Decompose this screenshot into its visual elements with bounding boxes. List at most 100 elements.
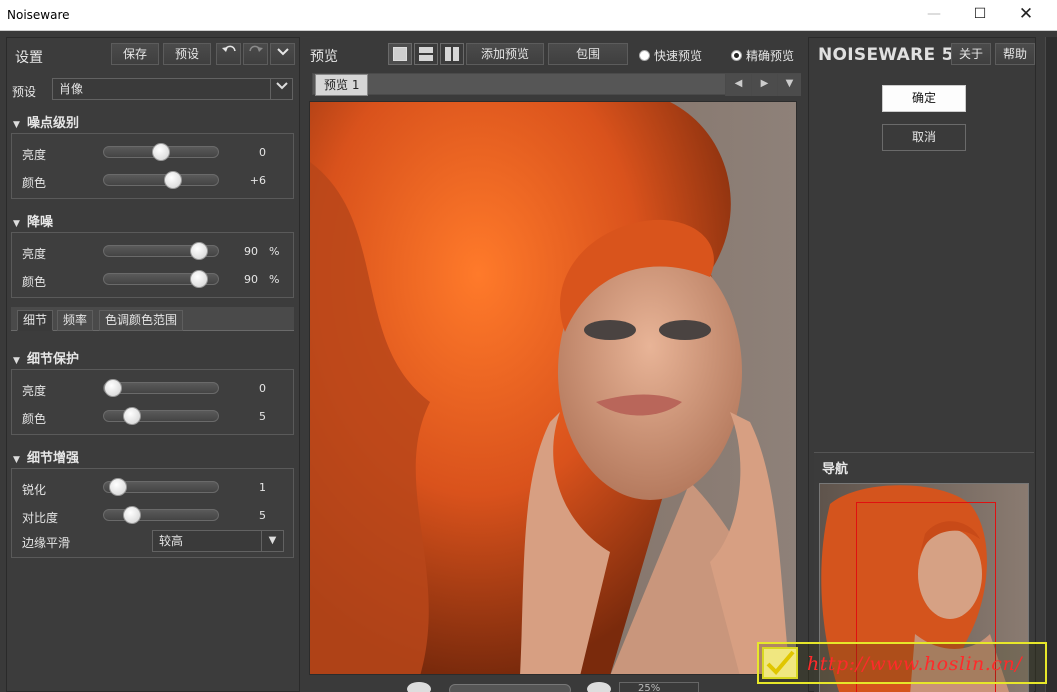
zoom-bar: 25% xyxy=(309,679,797,692)
single-view-icon[interactable] xyxy=(388,43,412,65)
close-button[interactable]: ✕ xyxy=(1003,0,1049,31)
chevron-down-icon xyxy=(270,79,292,99)
prev-tab-icon[interactable]: ◀ xyxy=(725,74,751,96)
side-strip xyxy=(1045,37,1057,692)
slider-label: 亮度 xyxy=(22,384,47,398)
noise-luminance-slider[interactable] xyxy=(103,143,219,161)
minimize-button[interactable]: — xyxy=(911,0,957,31)
fast-preview-radio[interactable]: 快速预览 xyxy=(639,47,702,64)
redo-icon[interactable] xyxy=(243,43,268,65)
navigator-title: 导航 xyxy=(822,462,849,477)
collapse-triangle-icon: ▼ xyxy=(13,356,20,366)
slider-label: 锐化 xyxy=(22,483,47,497)
detail-enhance-box: 锐化 1 对比度 5 边缘平滑 较高 ▼ xyxy=(11,468,294,558)
add-preview-button[interactable]: 添加预览 xyxy=(466,43,544,65)
slider-unit: % xyxy=(269,245,280,258)
slider-knob[interactable] xyxy=(123,407,142,425)
window-title: Noiseware xyxy=(7,8,70,22)
chevron-down-icon[interactable] xyxy=(270,43,295,65)
save-button[interactable]: 保存 xyxy=(111,43,159,65)
slider-label: 颜色 xyxy=(22,176,47,190)
slider-label: 颜色 xyxy=(22,412,47,426)
zoom-out-icon[interactable] xyxy=(407,682,431,692)
slider-label: 亮度 xyxy=(22,148,47,162)
protect-color-slider[interactable] xyxy=(103,407,219,425)
zoom-select[interactable]: 25% xyxy=(619,682,699,692)
about-button[interactable]: 关于 xyxy=(951,43,991,65)
zoom-in-icon[interactable] xyxy=(587,682,611,692)
protect-luminance-slider[interactable] xyxy=(103,379,219,397)
tab-tone-color-range[interactable]: 色调颜色范围 xyxy=(99,310,184,331)
bracket-button[interactable]: 包围 xyxy=(548,43,628,65)
settings-panel: 设置 保存 预设 预设 肖像 ▼ 噪点级别 亮度 0 颜色 +6 ▼ 降噪 亮度 9… xyxy=(6,37,300,692)
portrait-illustration xyxy=(310,102,796,674)
undo-icon[interactable] xyxy=(216,43,241,65)
slider-knob[interactable] xyxy=(152,143,170,161)
edge-smooth-select[interactable]: 较高 ▼ xyxy=(152,530,284,552)
denoise-luminance-slider[interactable] xyxy=(103,242,219,260)
accurate-preview-label: 精确预览 xyxy=(746,49,795,63)
zoom-slider[interactable] xyxy=(449,684,571,692)
collapse-triangle-icon: ▼ xyxy=(13,120,20,130)
action-panel: NOISEWARE 5 关于 帮助 确定 取消 导航 xyxy=(808,37,1036,692)
ok-button[interactable]: 确定 xyxy=(882,85,966,112)
denoise-color-slider[interactable] xyxy=(103,270,219,288)
detail-enhance-title: 细节增强 xyxy=(27,451,80,466)
preset-select-value: 肖像 xyxy=(59,82,84,96)
slider-value: 5 xyxy=(259,410,266,423)
help-button[interactable]: 帮助 xyxy=(995,43,1035,65)
preview-image[interactable] xyxy=(309,101,797,675)
cancel-button[interactable]: 取消 xyxy=(882,124,966,151)
preview-tab-bar: 预览 1 ◀ ▶ ▼ xyxy=(312,73,801,96)
noise-color-slider[interactable] xyxy=(103,171,219,189)
edge-smooth-value: 较高 xyxy=(159,534,184,548)
detail-tabs: 细节 频率 色调颜色范围 xyxy=(11,307,294,331)
slider-knob[interactable] xyxy=(190,270,209,288)
contrast-slider[interactable] xyxy=(103,506,219,524)
split-horizontal-icon[interactable] xyxy=(414,43,438,65)
detail-protect-title: 细节保护 xyxy=(27,352,80,367)
radio-dot-selected xyxy=(731,50,742,61)
slider-knob[interactable] xyxy=(104,379,122,397)
noise-level-box: 亮度 0 颜色 +6 xyxy=(11,133,294,199)
slider-label: 对比度 xyxy=(22,511,59,525)
split-vertical-icon[interactable] xyxy=(440,43,464,65)
slider-knob[interactable] xyxy=(108,478,127,496)
next-tab-icon[interactable]: ▶ xyxy=(751,74,777,96)
preset-button[interactable]: 预设 xyxy=(163,43,211,65)
tab-preview-1[interactable]: 预览 1 xyxy=(315,74,369,96)
slider-knob[interactable] xyxy=(164,171,183,189)
watermark: http://www.hoslin.cn/ xyxy=(757,642,1047,684)
maximize-button[interactable]: ☐ xyxy=(957,0,1003,31)
slider-label: 亮度 xyxy=(22,247,47,261)
sharpen-slider[interactable] xyxy=(103,478,219,496)
slider-knob[interactable] xyxy=(190,242,209,260)
noise-level-header[interactable]: ▼ 噪点级别 xyxy=(13,112,79,131)
slider-value: 90 xyxy=(244,273,258,286)
slider-unit: % xyxy=(269,273,280,286)
slider-value: 5 xyxy=(259,509,266,522)
chevron-down-icon[interactable]: ▼ xyxy=(777,74,801,96)
watermark-url: http://www.hoslin.cn/ xyxy=(807,653,1023,675)
slider-value: 0 xyxy=(259,146,266,159)
settings-title: 设置 xyxy=(15,50,43,66)
fast-preview-label: 快速预览 xyxy=(654,49,703,63)
checkmark-icon xyxy=(762,647,798,679)
zoom-value: 25% xyxy=(638,683,661,692)
tab-frequency[interactable]: 频率 xyxy=(57,310,94,331)
preview-panel: 预览 添加预览 包围 快速预览 精确预览 预览 1 ◀ ▶ ▼ 25% xyxy=(303,37,804,692)
detail-protect-header[interactable]: ▼ 细节保护 xyxy=(13,348,79,367)
tab-detail[interactable]: 细节 xyxy=(17,310,54,331)
detail-enhance-header[interactable]: ▼ 细节增强 xyxy=(13,447,79,466)
title-bar: Noiseware — ☐ ✕ xyxy=(0,0,1057,31)
collapse-triangle-icon: ▼ xyxy=(13,219,20,229)
preset-row-label: 预设 xyxy=(12,85,37,99)
denoise-header[interactable]: ▼ 降噪 xyxy=(13,211,53,230)
noise-level-title: 噪点级别 xyxy=(27,116,80,131)
slider-knob[interactable] xyxy=(123,506,142,524)
accurate-preview-radio[interactable]: 精确预览 xyxy=(731,47,794,64)
slider-value: +6 xyxy=(249,174,266,187)
brand-logo: NOISEWARE 5 xyxy=(818,45,954,65)
slider-value: 1 xyxy=(259,481,266,494)
preset-select[interactable]: 肖像 xyxy=(52,78,293,100)
